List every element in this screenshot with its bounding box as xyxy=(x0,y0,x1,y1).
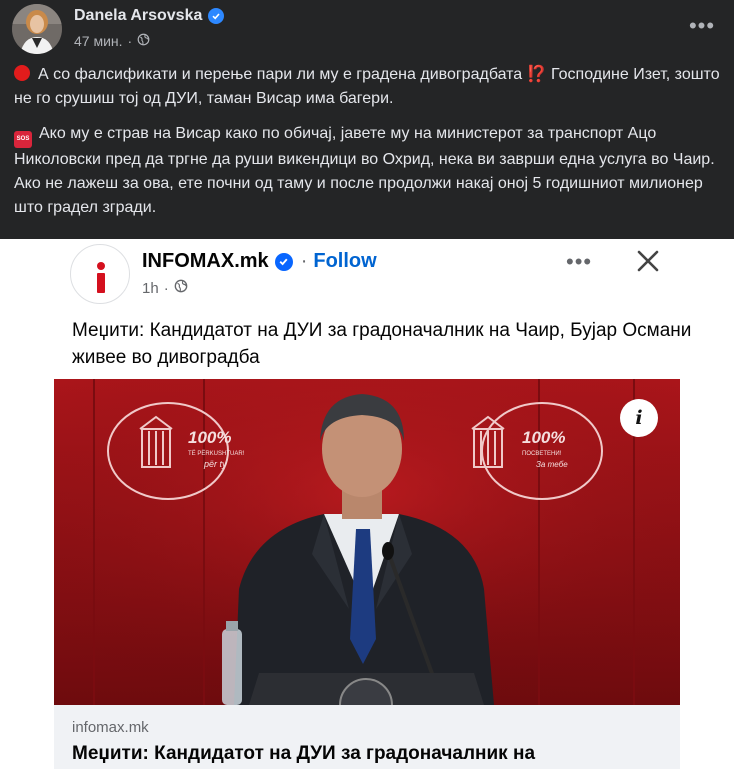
banner-left-line1: TË PËRKUSHTUAR! xyxy=(188,450,245,457)
shared-post-header: INFOMAX.mk · Follow 1h · ••• xyxy=(0,239,734,304)
shared-page-name-row: INFOMAX.mk · Follow xyxy=(142,250,377,273)
shared-post-time: 1h xyxy=(142,279,159,297)
close-icon xyxy=(634,247,662,275)
info-icon: i xyxy=(620,399,658,437)
banner-right-line2: За тебе xyxy=(536,460,568,469)
link-title: Меџити: Кандидатот на ДУИ за градоначалн… xyxy=(72,743,536,764)
banner-percent-left: 100% xyxy=(188,428,231,447)
banner-left-line2: për ty xyxy=(203,459,227,469)
verified-badge-icon xyxy=(274,252,293,271)
more-options-icon[interactable]: ••• xyxy=(684,12,720,40)
author-name[interactable]: Danela Arsovska xyxy=(74,7,202,25)
post-paragraph-1: А со фалсификати и перење пари ли му е г… xyxy=(14,63,726,111)
globe-icon[interactable] xyxy=(137,33,150,49)
post-meta: 47 мин. · xyxy=(74,33,150,49)
banner-percent-right: 100% xyxy=(522,428,565,447)
post-header: Danela Arsovska 47 мин. · ••• xyxy=(0,0,734,60)
follow-button: Follow xyxy=(313,250,377,272)
shared-page-name: INFOMAX.mk xyxy=(142,250,269,272)
post-time[interactable]: 47 мин. xyxy=(74,33,123,49)
shared-separator: · xyxy=(300,250,308,272)
post-body: А со фалсификати и перење пари ли му е г… xyxy=(14,63,726,231)
link-domain: infomax.mk xyxy=(72,719,149,736)
post-paragraph-2: SOS Ако му е страв на Висар како по обича… xyxy=(14,122,726,220)
shared-post-text: Меџити: Кандидатот на ДУИ за градоначалн… xyxy=(72,320,692,368)
paragraph-2-text: Ако му е страв на Висар како по обичај, … xyxy=(14,125,715,216)
link-preview: infomax.mk Меџити: Кандидатот на ДУИ за … xyxy=(54,705,680,769)
verified-badge-icon xyxy=(208,8,225,24)
shared-post-meta: 1h · xyxy=(142,279,188,297)
interrobang-emoji: ⁉️ xyxy=(526,66,547,83)
news-photo: 100% TË PËRKUSHTUAR! për ty 100% ПОСВЕТЕ… xyxy=(54,379,680,705)
sos-emoji: SOS xyxy=(14,131,32,148)
author-name-row: Danela Arsovska xyxy=(74,7,225,25)
red-circle-emoji xyxy=(14,65,30,81)
shared-post-image[interactable]: INFOMAX.mk · Follow 1h · ••• Меџити: Кан… xyxy=(0,239,734,769)
globe-icon xyxy=(174,279,188,297)
author-avatar[interactable] xyxy=(12,4,62,54)
infomax-logo xyxy=(70,244,130,304)
paragraph-1-text: А со фалсификати и перење пари ли му е г… xyxy=(38,66,523,83)
meta-separator: · xyxy=(127,33,133,49)
more-options-icon: ••• xyxy=(566,249,593,274)
banner-right-line1: ПОСВЕТЕНИ! xyxy=(522,451,562,457)
